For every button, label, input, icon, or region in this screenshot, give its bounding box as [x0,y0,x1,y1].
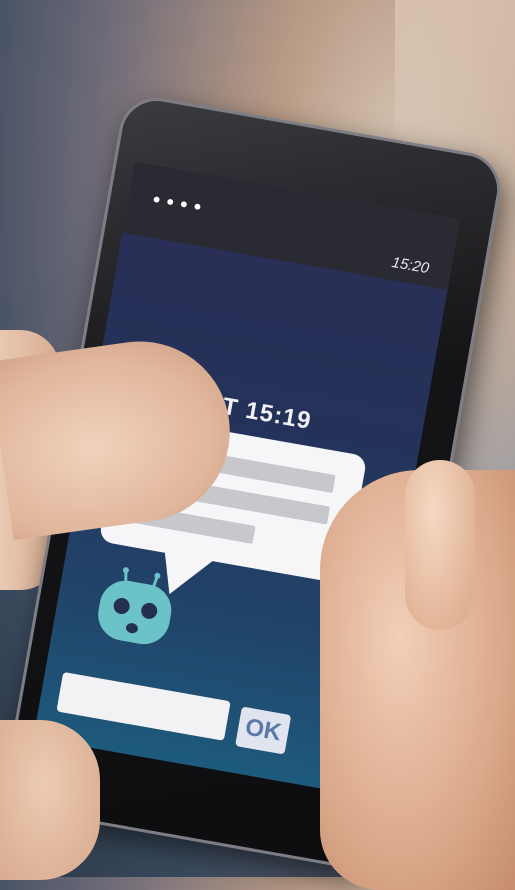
right-finger [405,460,475,630]
ok-button[interactable]: OK [235,706,292,755]
scene: •••• 15:20 CHATBOT 15:19 [0,0,515,890]
robot-icon [89,562,181,653]
signal-dots: •••• [148,187,208,221]
status-time: 15:20 [390,253,431,278]
left-thumb [0,720,100,880]
message-input[interactable] [56,671,231,741]
status-bar: •••• 15:20 [122,161,460,290]
